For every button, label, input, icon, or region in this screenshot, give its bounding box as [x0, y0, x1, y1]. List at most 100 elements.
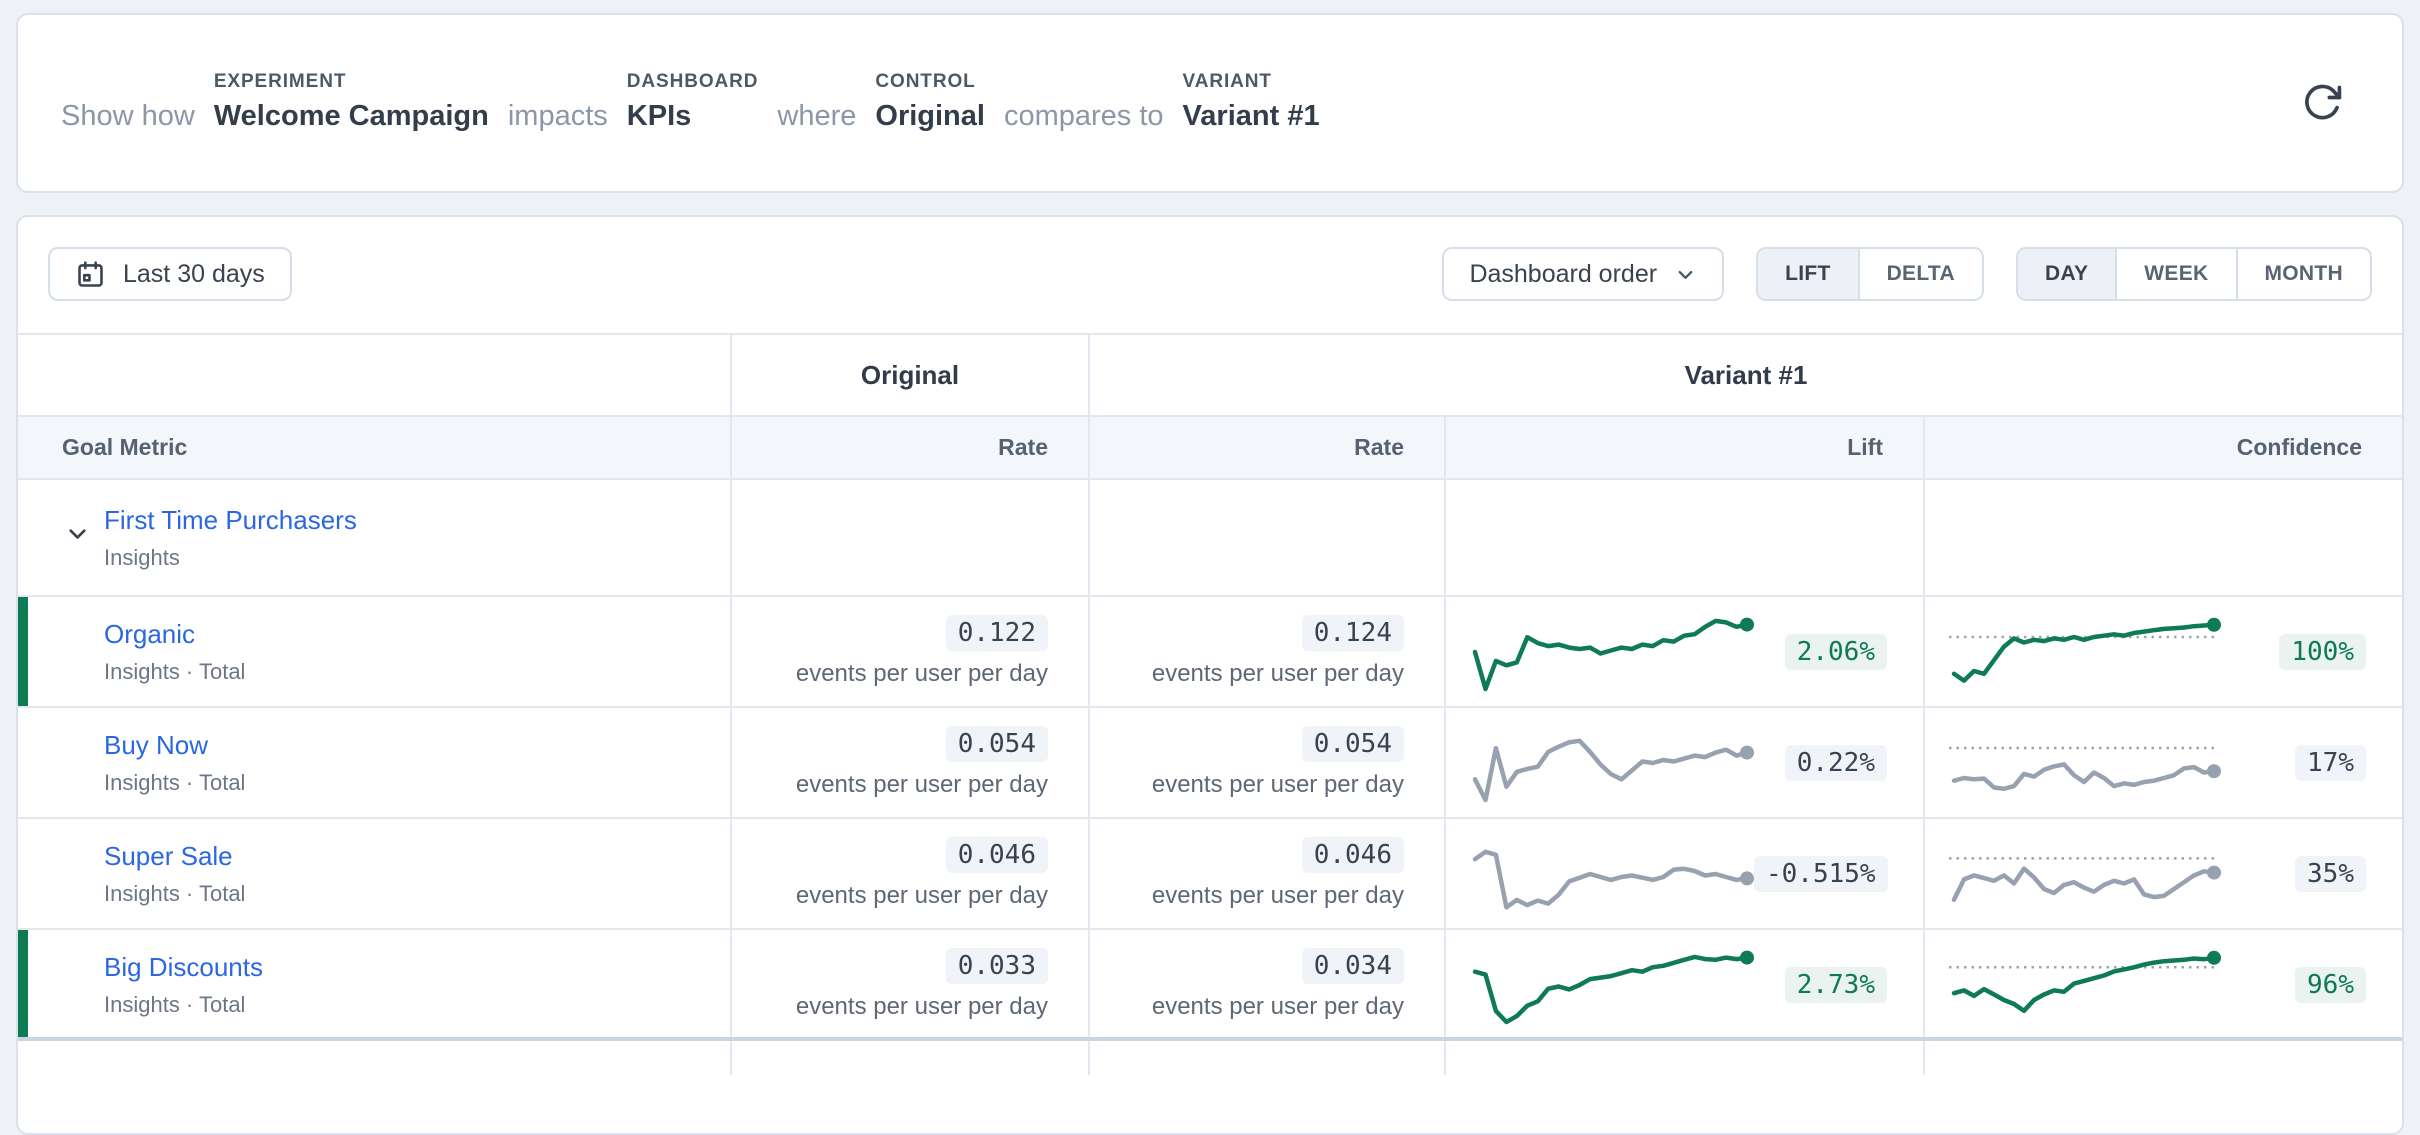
connector-where: where [777, 101, 856, 131]
empty-cell [18, 1041, 730, 1075]
metric-cell: Big Discounts Insights · Total [18, 930, 730, 1039]
report-card: Last 30 days Dashboard order LIFT DELTA … [16, 215, 2404, 1135]
original-rate-cell: 0.122 events per user per day [730, 597, 1088, 706]
variant-rate-cell: 0.034 events per user per day [1088, 930, 1444, 1039]
connector-compares-to: compares to [1004, 101, 1164, 131]
metric-link[interactable]: Super Sale [104, 841, 233, 872]
lift-cell: -0.515% [1444, 819, 1923, 928]
toggle-week[interactable]: WEEK [2115, 249, 2235, 299]
lift-cell: 2.73% [1444, 930, 1923, 1039]
significance-bar [18, 597, 28, 706]
original-group-header: Original [730, 335, 1088, 415]
refresh-icon [2300, 81, 2344, 125]
confidence-value: 96% [2295, 967, 2366, 1003]
experiment-sentence: Show how EXPERIMENT Welcome Campaign imp… [61, 71, 2294, 135]
variant-rate-cell: 0.054 events per user per day [1088, 708, 1444, 817]
lift-cell: 2.06% [1444, 597, 1923, 706]
lift-value: 2.06% [1785, 634, 1887, 670]
rate-value: 0.124 [1302, 615, 1404, 651]
experiment-header-card: Show how EXPERIMENT Welcome Campaign imp… [16, 13, 2404, 193]
date-range-button[interactable]: Last 30 days [48, 247, 292, 301]
granularity-toggle: DAY WEEK MONTH [2016, 247, 2372, 301]
rate-value: 0.034 [1302, 948, 1404, 984]
confidence-value: 100% [2279, 634, 2366, 670]
rate-unit: events per user per day [796, 771, 1048, 799]
variant-header-row: Original Variant #1 [18, 335, 2402, 417]
original-rate-cell: 0.054 events per user per day [730, 708, 1088, 817]
sort-order-dropdown[interactable]: Dashboard order [1442, 247, 1724, 301]
original-rate-cell: 0.046 events per user per day [730, 819, 1088, 928]
chevron-down-icon [1674, 263, 1697, 286]
variant-name[interactable]: Variant #1 [1183, 101, 1320, 131]
original-rate-cell: 0.033 events per user per day [730, 930, 1088, 1039]
empty-cell [1088, 1041, 1444, 1075]
table-row: Super Sale Insights · Total 0.046 events… [18, 819, 2402, 930]
rate-value: 0.054 [1302, 726, 1404, 762]
lift-value: 2.73% [1785, 967, 1887, 1003]
control-label: CONTROL [875, 71, 985, 93]
lift-cell: 0.22% [1444, 708, 1923, 817]
dashboard-name[interactable]: KPIs [627, 101, 759, 131]
empty-cell [730, 480, 1088, 595]
metric-link[interactable]: Organic [104, 619, 195, 650]
empty-cell [1444, 480, 1923, 595]
variant-group-header: Variant #1 [1088, 335, 2402, 415]
lift-value: -0.515% [1754, 856, 1888, 892]
confidence-sparkline [1947, 944, 2221, 1026]
table-row: Buy Now Insights · Total 0.054 events pe… [18, 708, 2402, 819]
rate-value: 0.122 [946, 615, 1048, 651]
significance-bar [18, 930, 28, 1039]
variant-term: VARIANT Variant #1 [1183, 71, 1320, 131]
report-toolbar: Last 30 days Dashboard order LIFT DELTA … [48, 247, 2372, 301]
metric-link[interactable]: Big Discounts [104, 952, 263, 983]
calendar-icon [75, 259, 106, 290]
control-name[interactable]: Original [875, 101, 985, 131]
metric-link[interactable]: First Time Purchasers [104, 505, 357, 536]
empty-cell [1923, 1041, 2402, 1075]
rate-value: 0.046 [1302, 837, 1404, 873]
rate-value: 0.046 [946, 837, 1048, 873]
confidence-value: 17% [2295, 745, 2366, 781]
metric-cell: Buy Now Insights · Total [18, 708, 730, 817]
dashboard-term: DASHBOARD KPIs [627, 71, 759, 131]
metric-cell: Organic Insights · Total [18, 597, 730, 706]
control-term: CONTROL Original [875, 71, 985, 131]
rate-unit: events per user per day [796, 882, 1048, 910]
confidence-cell: 17% [1923, 708, 2402, 817]
experiment-label: EXPERIMENT [214, 71, 489, 93]
confidence-value: 35% [2295, 856, 2366, 892]
confidence-cell: 35% [1923, 819, 2402, 928]
empty-cell [1444, 1041, 1923, 1075]
metric-subtitle: Insights · Total [104, 992, 730, 1018]
experiment-name[interactable]: Welcome Campaign [214, 101, 489, 131]
table-row: Organic Insights · Total 0.122 events pe… [18, 597, 2402, 708]
col-rate-variant: Rate [1088, 417, 1444, 478]
metric-subtitle: Insights · Total [104, 881, 730, 907]
confidence-sparkline [1947, 833, 2221, 915]
confidence-cell: 100% [1923, 597, 2402, 706]
confidence-cell: 96% [1923, 930, 2402, 1039]
toggle-lift[interactable]: LIFT [1758, 249, 1858, 299]
rate-unit: events per user per day [1152, 771, 1404, 799]
variant-rate-cell: 0.124 events per user per day [1088, 597, 1444, 706]
metric-subtitle: Insights · Total [104, 770, 730, 796]
metric-link[interactable]: Buy Now [104, 730, 208, 761]
confidence-sparkline [1947, 611, 2221, 693]
metrics-table: Original Variant #1 Goal Metric Rate Rat… [18, 333, 2402, 1075]
rate-value: 0.054 [946, 726, 1048, 762]
experiment-term: EXPERIMENT Welcome Campaign [214, 71, 489, 131]
variant-label: VARIANT [1183, 71, 1320, 93]
empty-cell [730, 1041, 1088, 1075]
toggle-month[interactable]: MONTH [2236, 249, 2371, 299]
table-row: Big Discounts Insights · Total 0.033 eve… [18, 930, 2402, 1039]
refresh-button[interactable] [2294, 75, 2350, 131]
lift-sparkline [1468, 608, 1754, 696]
date-range-label: Last 30 days [123, 260, 265, 289]
rate-unit: events per user per day [1152, 660, 1404, 688]
dashboard-label: DASHBOARD [627, 71, 759, 93]
lift-sparkline [1468, 941, 1754, 1029]
toggle-delta[interactable]: DELTA [1858, 249, 1982, 299]
toggle-day[interactable]: DAY [2018, 249, 2115, 299]
rate-unit: events per user per day [796, 993, 1048, 1021]
group-collapse-chevron[interactable] [64, 520, 91, 547]
